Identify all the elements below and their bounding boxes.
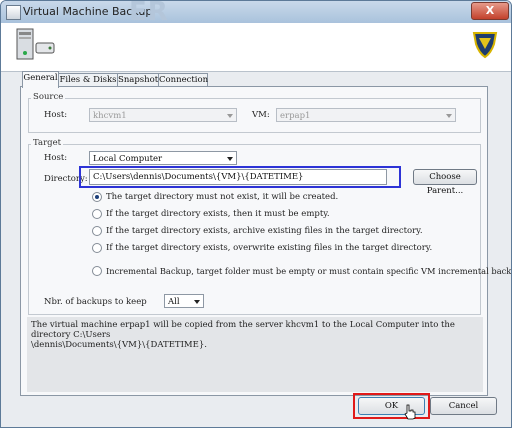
option-incremental-backup-label: Incremental Backup, target folder must b…	[106, 266, 512, 276]
header-banner	[1, 23, 511, 72]
source-host-value: khcvm1	[93, 111, 127, 121]
backups-to-keep-select[interactable]: All	[164, 294, 204, 308]
radio-incremental-backup[interactable]	[92, 266, 102, 276]
server-disk-icon	[16, 28, 55, 60]
backups-to-keep-value: All	[168, 297, 180, 307]
radio-must-be-empty[interactable]	[92, 209, 102, 219]
source-host-label: Host:	[44, 110, 68, 120]
chevron-down-icon	[227, 157, 233, 161]
summary-text-area: The virtual machine erpap1 will be copie…	[27, 317, 483, 392]
app-icon	[6, 5, 21, 20]
close-button[interactable]: X	[471, 2, 509, 20]
summary-line-1: The virtual machine erpap1 will be copie…	[31, 320, 455, 340]
source-vm-select[interactable]: erpap1	[276, 108, 456, 122]
option-must-be-empty-label: If the target directory exists, then it …	[106, 209, 330, 219]
source-vm-label: VM:	[252, 110, 270, 120]
source-host-select[interactable]: khcvm1	[89, 108, 237, 122]
option-overwrite-existing-label: If the target directory exists, overwrit…	[106, 243, 433, 253]
cancel-button[interactable]: Cancel	[430, 397, 497, 415]
tab-general[interactable]: General	[22, 71, 59, 88]
tab-files-disks[interactable]: Files & Disks	[58, 73, 118, 87]
chevron-down-icon	[446, 114, 452, 118]
target-host-value: Local Computer	[93, 154, 163, 164]
target-host-select[interactable]: Local Computer	[89, 151, 237, 165]
target-group-label: Target	[31, 138, 64, 148]
ok-highlight-box	[353, 393, 430, 419]
target-host-label: Host:	[44, 153, 68, 163]
radio-must-not-exist[interactable]	[92, 192, 102, 202]
radio-overwrite-existing[interactable]	[92, 243, 102, 253]
source-group-label: Source	[31, 92, 66, 102]
chevron-down-icon	[227, 114, 233, 118]
choose-parent-button[interactable]: Choose Parent...	[413, 169, 477, 196]
tab-connection[interactable]: Connection	[158, 73, 208, 87]
directory-highlight-box	[79, 166, 401, 188]
tab-snapshot[interactable]: Snapshot	[117, 73, 159, 87]
radio-archive-existing[interactable]	[92, 226, 102, 236]
summary-line-2: \dennis\Documents\{VM}\{DATETIME}.	[31, 340, 207, 350]
option-archive-existing-label: If the target directory exists, archive …	[106, 226, 423, 236]
brand-shield-icon	[472, 32, 498, 59]
dialog-window: Virtual Machine Backup ER X General File…	[0, 0, 512, 428]
backups-to-keep-label: Nbr. of backups to keep	[44, 297, 147, 307]
hand-cursor-icon	[404, 404, 416, 420]
option-must-not-exist-label: The target directory must not exist, it …	[106, 192, 339, 202]
source-vm-value: erpap1	[280, 111, 311, 121]
chevron-down-icon	[194, 300, 200, 304]
